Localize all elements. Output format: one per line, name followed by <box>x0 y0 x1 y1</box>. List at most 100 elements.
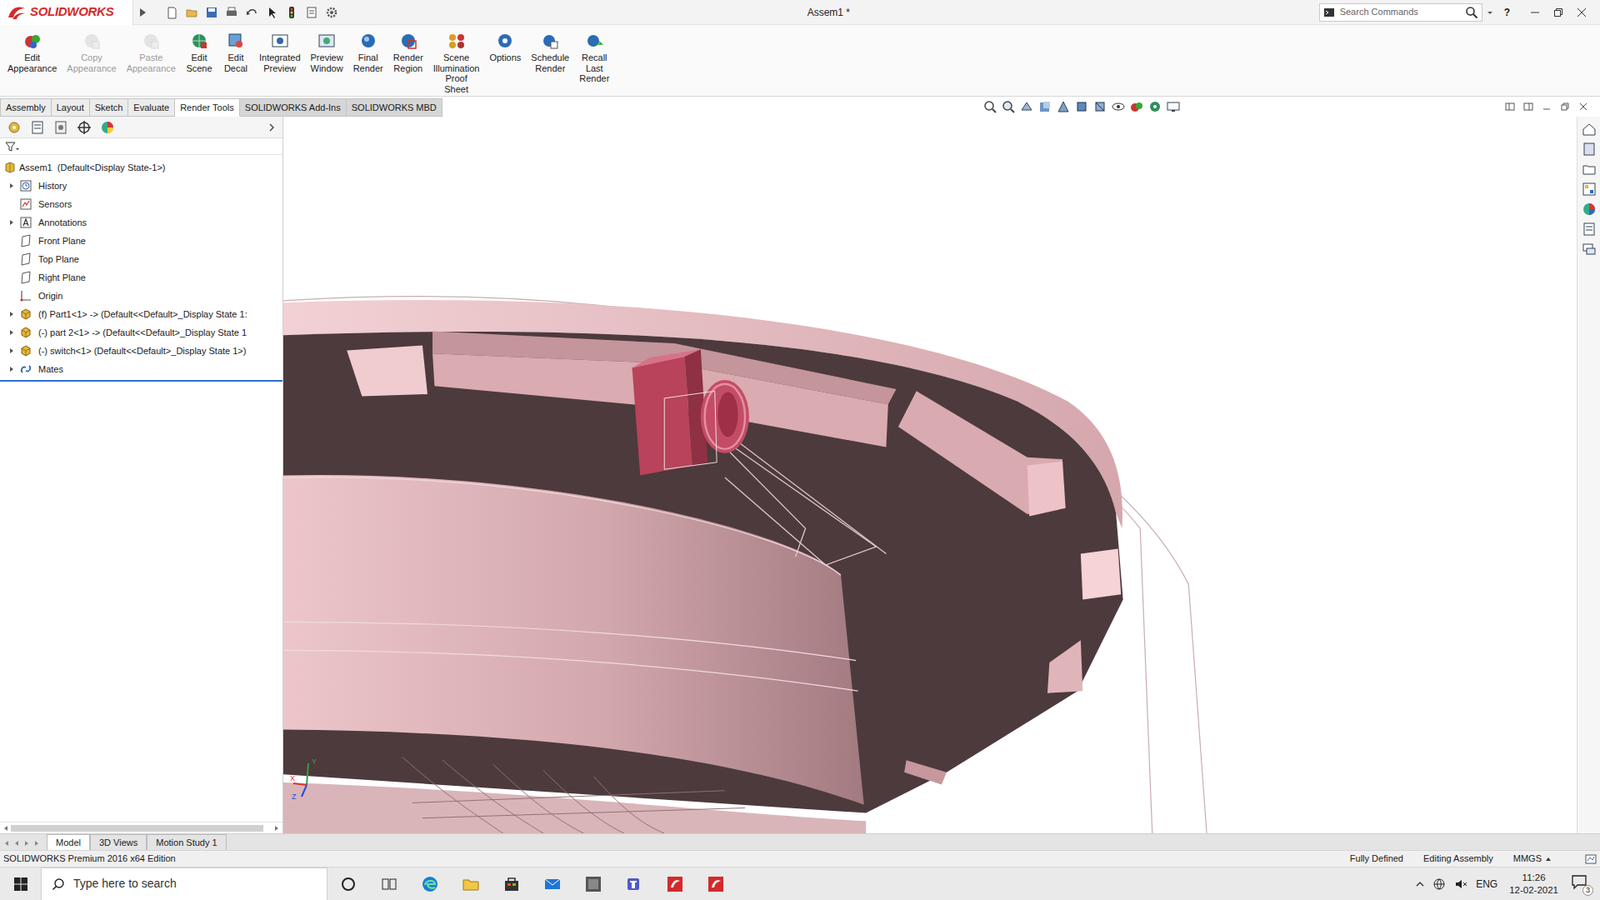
ribbon-button[interactable]: Recall Last Render <box>576 30 612 86</box>
custom-properties-icon[interactable] <box>1581 221 1597 237</box>
bottom-tab[interactable]: Motion Study 1 <box>146 834 226 850</box>
taskbar-app[interactable] <box>368 867 410 900</box>
ribbon-button[interactable]: Render Region <box>390 30 426 75</box>
zoom-fit-icon[interactable] <box>983 100 997 114</box>
bottom-tab[interactable]: 3D Views <box>90 834 147 850</box>
taskbar-app[interactable] <box>654 867 695 900</box>
taskbar-app[interactable] <box>450 867 491 900</box>
help-button[interactable]: ? <box>1497 5 1517 20</box>
filter-row[interactable] <box>0 138 283 155</box>
ribbon-button[interactable]: Edit Scene <box>183 30 215 75</box>
expand-arrow-icon[interactable] <box>6 310 17 319</box>
filter-funnel-icon[interactable] <box>5 140 20 153</box>
clock[interactable]: 11:2612-02-2021 <box>1505 871 1562 896</box>
viewport-minimize-icon[interactable] <box>1541 101 1552 112</box>
previous-view-icon[interactable] <box>1020 100 1034 114</box>
taskbar-app[interactable] <box>490 867 532 900</box>
tile-left-icon[interactable] <box>1505 101 1515 112</box>
scroll-thumb[interactable] <box>10 825 264 832</box>
expand-menu-icon[interactable] <box>133 5 152 20</box>
design-library-icon[interactable] <box>1581 141 1597 157</box>
rebuild-icon[interactable] <box>285 5 299 20</box>
notification-center[interactable]: 3 <box>1570 872 1594 896</box>
file-properties-icon[interactable] <box>305 5 319 20</box>
ribbon-button[interactable]: Schedule Render <box>528 30 572 75</box>
expand-arrow-icon[interactable] <box>6 365 17 374</box>
display-manager-icon[interactable] <box>100 120 115 135</box>
tree-item[interactable]: (-) part 2<1> -> (Default<<Default>_Disp… <box>0 323 283 342</box>
tree-item[interactable]: Sensors <box>0 195 283 214</box>
ribbon-button[interactable]: Final Render <box>350 30 386 75</box>
home-icon[interactable] <box>1581 121 1597 137</box>
command-search[interactable] <box>1319 3 1483 22</box>
view-orientation-icon[interactable] <box>1075 100 1089 114</box>
command-tab[interactable]: Evaluate <box>128 98 175 117</box>
expand-arrow-icon[interactable] <box>6 328 17 337</box>
ribbon-button[interactable]: Preview Window <box>308 30 346 75</box>
open-folder-icon[interactable] <box>185 5 199 20</box>
next-tab-icon[interactable] <box>23 840 30 847</box>
units-menu-icon[interactable] <box>1545 855 1552 863</box>
tree-item[interactable]: Front Plane <box>0 231 283 250</box>
forum-icon[interactable] <box>1581 241 1597 257</box>
ribbon-button[interactable]: Edit Appearance <box>5 30 60 75</box>
start-button[interactable] <box>0 867 41 900</box>
view-settings-icon[interactable] <box>1166 100 1180 114</box>
apply-scene-icon[interactable] <box>1148 100 1162 114</box>
viewport-restore-icon[interactable] <box>1560 101 1570 112</box>
previous-tab-icon[interactable] <box>13 840 20 847</box>
expand-arrow-icon[interactable] <box>6 218 17 227</box>
app-logo[interactable]: SOLIDWORKS <box>0 0 134 25</box>
feature-manager-icon[interactable] <box>6 120 22 135</box>
graphics-area[interactable]: YXZ <box>283 116 1577 834</box>
edit-appearance-icon[interactable] <box>1130 100 1144 114</box>
taskbar-app[interactable] <box>572 867 614 900</box>
last-tab-icon[interactable] <box>33 840 40 847</box>
taskbar-app[interactable] <box>409 867 450 900</box>
file-explorer-icon[interactable] <box>1581 161 1597 177</box>
panel-expand-icon[interactable] <box>267 122 276 133</box>
command-tab[interactable]: Assembly <box>0 98 52 117</box>
taskbar-app[interactable] <box>613 867 655 900</box>
command-tab[interactable]: Sketch <box>90 98 130 117</box>
property-manager-icon[interactable] <box>30 120 45 135</box>
taskbar-search[interactable]: Type here to search <box>40 867 328 900</box>
view-palette-icon[interactable] <box>1581 181 1597 197</box>
print-icon[interactable] <box>225 5 239 20</box>
first-tab-icon[interactable] <box>3 840 10 847</box>
taskbar-app[interactable] <box>327 867 369 900</box>
zoom-area-icon[interactable] <box>1001 100 1015 114</box>
tree-item[interactable]: Mates <box>0 360 283 379</box>
ribbon-button[interactable]: Integrated Preview <box>256 30 304 75</box>
expand-arrow-icon[interactable] <box>6 346 17 355</box>
bottom-tab[interactable]: Model <box>46 834 90 850</box>
rebuild-status-icon[interactable] <box>1585 853 1597 865</box>
ribbon-button[interactable]: Edit Decal <box>220 30 252 75</box>
taskbar-app[interactable] <box>531 867 573 900</box>
ribbon-button[interactable]: Options <box>486 30 524 65</box>
rollback-bar[interactable] <box>0 380 283 382</box>
tile-right-icon[interactable] <box>1523 101 1534 112</box>
status-field[interactable]: MMGS <box>1503 851 1545 866</box>
dimxpert-icon[interactable] <box>76 120 92 135</box>
section-view-icon[interactable] <box>1038 100 1052 114</box>
search-dropdown-icon[interactable] <box>1482 8 1498 17</box>
viewport-close-icon[interactable] <box>1578 101 1589 112</box>
show-hidden-icon[interactable] <box>1415 880 1425 889</box>
new-document-icon[interactable] <box>165 5 179 20</box>
command-tab[interactable]: SOLIDWORKS MBD <box>346 98 443 117</box>
restore-icon[interactable] <box>1553 7 1564 18</box>
tree-item[interactable]: Annotations <box>0 213 283 232</box>
horizontal-scrollbar[interactable] <box>0 821 283 834</box>
select-icon[interactable] <box>265 5 279 20</box>
taskbar-app[interactable] <box>695 867 736 900</box>
close-icon[interactable] <box>1576 7 1587 18</box>
tree-item[interactable]: (-) switch<1> (Default<<Default>_Display… <box>0 341 283 360</box>
tree-item[interactable]: Top Plane <box>0 250 283 269</box>
undo-icon[interactable] <box>245 5 259 20</box>
scroll-right-icon[interactable] <box>273 825 280 832</box>
appearances-icon[interactable] <box>1581 201 1597 217</box>
command-search-input[interactable] <box>1338 4 1462 20</box>
ribbon-button[interactable]: Copy Appearance <box>64 30 119 75</box>
expand-arrow-icon[interactable] <box>6 181 17 190</box>
